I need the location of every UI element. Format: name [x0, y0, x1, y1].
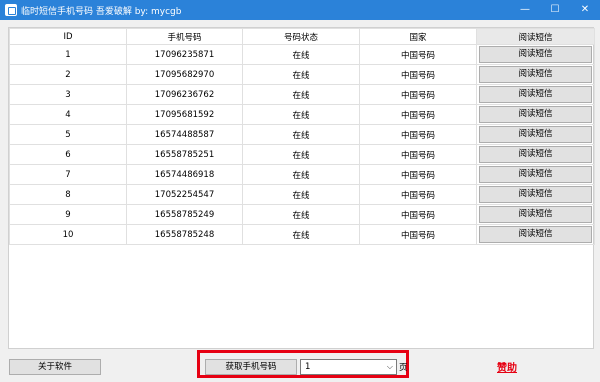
table-row[interactable]: 8 17052254547 在线 中国号码 阅读短信 — [9, 184, 595, 205]
cell-phone: 16558785248 — [126, 224, 243, 245]
cell-action: 阅读短信 — [476, 224, 595, 245]
cell-status: 在线 — [242, 44, 360, 65]
cell-status: 在线 — [242, 104, 360, 125]
cell-status: 在线 — [242, 164, 360, 185]
cell-action: 阅读短信 — [476, 44, 595, 65]
cell-country: 中国号码 — [359, 224, 477, 245]
read-sms-button[interactable]: 阅读短信 — [479, 146, 592, 163]
cell-country: 中国号码 — [359, 184, 477, 205]
column-header-status: 号码状态 — [242, 28, 360, 45]
table-row[interactable]: 1 17096235871 在线 中国号码 阅读短信 — [9, 44, 595, 65]
cell-status: 在线 — [242, 224, 360, 245]
cell-status: 在线 — [242, 204, 360, 225]
cell-status: 在线 — [242, 184, 360, 205]
cell-country: 中国号码 — [359, 64, 477, 85]
close-button[interactable]: ✕ — [570, 0, 600, 20]
cell-country: 中国号码 — [359, 84, 477, 105]
read-sms-button[interactable]: 阅读短信 — [479, 86, 592, 103]
cell-id: 1 — [9, 44, 127, 65]
page-value: 1 — [305, 362, 311, 372]
table-row[interactable]: 9 16558785249 在线 中国号码 阅读短信 — [9, 204, 595, 225]
column-header-phone: 手机号码 — [126, 28, 243, 45]
read-sms-button[interactable]: 阅读短信 — [479, 166, 592, 183]
cell-phone: 17096236762 — [126, 84, 243, 105]
cell-id: 4 — [9, 104, 127, 125]
cell-action: 阅读短信 — [476, 84, 595, 105]
cell-id: 2 — [9, 64, 127, 85]
read-sms-button[interactable]: 阅读短信 — [479, 226, 592, 243]
cell-action: 阅读短信 — [476, 204, 595, 225]
cell-id: 8 — [9, 184, 127, 205]
cell-status: 在线 — [242, 144, 360, 165]
cell-phone: 16574488587 — [126, 124, 243, 145]
cell-country: 中国号码 — [359, 104, 477, 125]
chevron-down-icon[interactable]: ⌵ — [387, 361, 393, 373]
cell-status: 在线 — [242, 64, 360, 85]
cell-country: 中国号码 — [359, 124, 477, 145]
table-row[interactable]: 6 16558785251 在线 中国号码 阅读短信 — [9, 144, 595, 165]
cell-action: 阅读短信 — [476, 184, 595, 205]
table-row[interactable]: 10 16558785248 在线 中国号码 阅读短信 — [9, 224, 595, 245]
about-software-button[interactable]: 关于软件 — [9, 359, 101, 375]
table-row[interactable]: 3 17096236762 在线 中国号码 阅读短信 — [9, 84, 595, 105]
cell-phone: 16558785249 — [126, 204, 243, 225]
cell-phone: 17096235871 — [126, 44, 243, 65]
cell-action: 阅读短信 — [476, 104, 595, 125]
cell-country: 中国号码 — [359, 44, 477, 65]
app-icon — [5, 4, 17, 16]
table-row[interactable]: 4 17095681592 在线 中国号码 阅读短信 — [9, 104, 595, 125]
read-sms-button[interactable]: 阅读短信 — [479, 66, 592, 83]
cell-phone: 17052254547 — [126, 184, 243, 205]
cell-action: 阅读短信 — [476, 144, 595, 165]
cell-id: 7 — [9, 164, 127, 185]
cell-status: 在线 — [242, 124, 360, 145]
cell-id: 6 — [9, 144, 127, 165]
read-sms-button[interactable]: 阅读短信 — [479, 126, 592, 143]
read-sms-button[interactable]: 阅读短信 — [479, 106, 592, 123]
maximize-button[interactable]: ☐ — [540, 0, 570, 20]
read-sms-button[interactable]: 阅读短信 — [479, 206, 592, 223]
table-row[interactable]: 2 17095682970 在线 中国号码 阅读短信 — [9, 64, 595, 85]
table-row[interactable]: 7 16574486918 在线 中国号码 阅读短信 — [9, 164, 595, 185]
cell-action: 阅读短信 — [476, 124, 595, 145]
column-header-read-sms: 阅读短信 — [476, 28, 595, 45]
column-header-id: ID — [9, 28, 127, 45]
minimize-button[interactable]: — — [510, 0, 540, 20]
read-sms-button[interactable]: 阅读短信 — [479, 186, 592, 203]
cell-status: 在线 — [242, 84, 360, 105]
cell-action: 阅读短信 — [476, 164, 595, 185]
cell-id: 10 — [9, 224, 127, 245]
cell-country: 中国号码 — [359, 144, 477, 165]
title-bar: 临时短信手机号码 吾爱破解 by: mycgb — ☐ ✕ — [0, 0, 600, 20]
cell-phone: 16558785251 — [126, 144, 243, 165]
read-sms-button[interactable]: 阅读短信 — [479, 46, 592, 63]
page-unit-label: 页 — [399, 363, 408, 373]
cell-country: 中国号码 — [359, 204, 477, 225]
cell-phone: 17095681592 — [126, 104, 243, 125]
cell-phone: 17095682970 — [126, 64, 243, 85]
donate-link[interactable]: 赞助 — [497, 359, 517, 374]
cell-country: 中国号码 — [359, 164, 477, 185]
page-select[interactable]: 1 ⌵ — [300, 359, 397, 375]
cell-id: 9 — [9, 204, 127, 225]
table-row[interactable]: 5 16574488587 在线 中国号码 阅读短信 — [9, 124, 595, 145]
table-header-row: ID 手机号码 号码状态 国家 阅读短信 — [9, 28, 595, 45]
phone-number-table: ID 手机号码 号码状态 国家 阅读短信 1 17096235871 在线 中国… — [8, 27, 595, 349]
column-header-country: 国家 — [359, 28, 477, 45]
get-phone-numbers-button[interactable]: 获取手机号码 — [205, 359, 297, 375]
cell-action: 阅读短信 — [476, 64, 595, 85]
cell-phone: 16574486918 — [126, 164, 243, 185]
cell-id: 3 — [9, 84, 127, 105]
cell-id: 5 — [9, 124, 127, 145]
window-title: 临时短信手机号码 吾爱破解 by: mycgb — [21, 7, 182, 17]
